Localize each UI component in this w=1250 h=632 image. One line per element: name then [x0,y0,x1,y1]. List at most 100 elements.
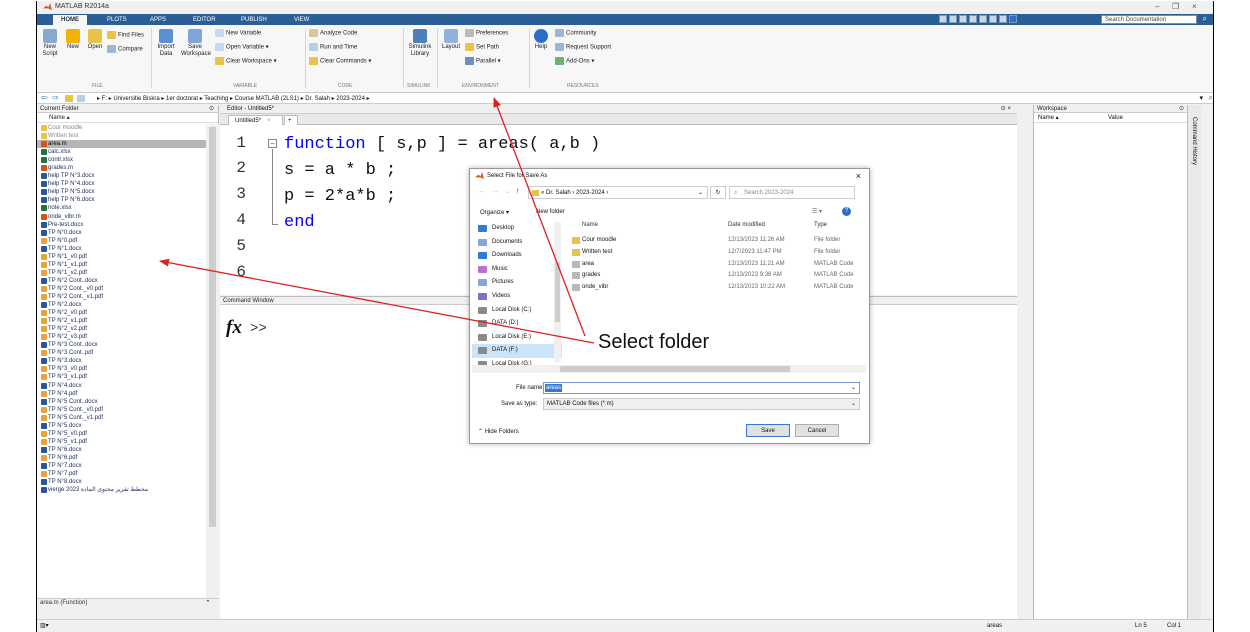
new-button[interactable]: New [64,29,82,51]
save-as-type-dropdown-icon[interactable]: ⌄ [851,400,856,407]
dialog-nav-item[interactable]: Videos [472,290,562,304]
import-data-button[interactable]: Import Data [155,29,177,58]
new-folder-button[interactable]: New folder [536,209,565,215]
dialog-help-icon[interactable]: ? [842,207,851,216]
file-list-item[interactable]: Pre-test.docx [37,221,206,229]
code-fold-icon[interactable]: − [268,139,277,148]
command-prompt[interactable]: >> [250,321,267,337]
code-line[interactable]: end [284,213,315,232]
undo-icon[interactable] [979,15,987,23]
cancel-button[interactable]: Cancel [795,424,839,437]
file-list-item[interactable]: TP N°2_v3.pdf [37,333,206,341]
open-variable-button[interactable]: Open Variable ▾ [215,43,269,53]
breadcrumb-dropdown-icon[interactable]: ⌄ [698,187,703,199]
cut-icon[interactable] [949,15,957,23]
file-list-item[interactable]: TP N°5_v1.pdf [37,438,206,446]
file-list-item[interactable]: Written test [37,132,206,140]
tab-editor[interactable]: EDITOR [185,15,224,25]
file-list-item[interactable]: TP N°6.pdf [37,454,206,462]
panel-menu-icon[interactable]: ⊙ [209,105,218,113]
file-list-item[interactable]: TP N°6.docx [37,446,206,454]
file-list-item[interactable]: TP N°7.pdf [37,470,206,478]
navigation-pane-scrollbar[interactable] [554,222,561,362]
clear-workspace-button[interactable]: Clear Workspace ▾ [215,57,277,67]
paste-icon[interactable] [969,15,977,23]
command-history-collapsed[interactable]: Command History [1187,105,1201,619]
dialog-file-row[interactable]: grades 12/13/2023 9:38 AM MATLAB Code [566,270,861,282]
file-list-item[interactable]: Cour moodle [37,124,206,132]
file-list-item[interactable]: TP N°8.docx [37,478,206,486]
file-list-item[interactable]: TP N°3 Cont..pdf [37,349,206,357]
workspace-name-column[interactable]: Name ▴ [1038,113,1059,123]
current-folder-name-column[interactable]: Name ▴ [37,113,218,123]
workspace-value-column[interactable]: Value [1108,113,1123,123]
parallel-button[interactable]: Parallel ▾ [465,57,501,67]
find-files-button[interactable]: Find Files [107,31,144,41]
file-list-item[interactable]: TP N°4.docx [37,382,206,390]
current-folder-path[interactable]: ▸ F: ▸ Universitie Biskra ▸ 1er doctorat… [97,95,370,102]
file-list-item[interactable]: help TP N°5.docx [37,188,206,196]
file-list-item[interactable]: area.m [37,140,206,149]
tab-view[interactable]: VIEW [286,15,317,25]
file-list-item[interactable]: help TP N°3.docx [37,172,206,180]
set-path-button[interactable]: Set Path [465,43,499,53]
tab-publish[interactable]: PUBLISH [233,15,275,25]
browse-folder-icon[interactable] [77,95,85,102]
clear-commands-button[interactable]: Clear Commands ▾ [309,57,371,67]
view-options-icon[interactable]: ☰ ▾ [812,208,822,215]
current-folder-scrollbar[interactable] [206,124,219,598]
file-list-item[interactable]: TP N°7.docx [37,462,206,470]
switch-windows-icon[interactable] [999,15,1007,23]
dialog-nav-item[interactable]: Documents [472,236,562,250]
file-list-item[interactable]: TP N°2_v2.pdf [37,325,206,333]
folder-search-icon[interactable]: ⌕ [1209,93,1213,103]
dialog-file-row[interactable]: Written test 12/7/2023 11:47 PM File folde… [566,247,861,259]
dialog-refresh-icon[interactable]: ↻ [710,186,726,199]
file-list-item[interactable]: TP N°2 Cont._v0.pdf [37,285,206,293]
search-documentation-input[interactable]: Search Documentation [1101,15,1197,24]
file-list-item[interactable]: TP N°5.docx [37,422,206,430]
file-list-item[interactable]: TP N°4.pdf [37,390,206,398]
dialog-back-icon[interactable]: ← [478,188,485,195]
save-button[interactable]: Save [746,424,790,437]
close-window-button[interactable]: × [1192,2,1197,11]
minimize-button[interactable]: – [1155,2,1159,11]
tab-close-icon[interactable]: × [267,118,271,124]
preferences-button[interactable]: Preferences [465,29,508,39]
file-list-item[interactable]: TP N°5 Cont._v1.pdf [37,414,206,422]
request-support-button[interactable]: Request Support [555,43,611,53]
dialog-search-input[interactable]: ⌕ Search 2023-2024 [729,186,855,199]
file-list-item[interactable]: TP N°5 Cont..docx [37,398,206,406]
save-icon[interactable] [939,15,947,23]
file-list-item[interactable]: TP N°5_v0.pdf [37,430,206,438]
maximize-button[interactable]: ❐ [1172,2,1179,11]
dialog-nav-item[interactable]: Desktop [472,222,562,236]
code-line[interactable]: p = 2*a*b ; [284,187,396,206]
dialog-nav-item[interactable]: DATA (D:) [472,317,562,331]
file-list-item[interactable]: TP N°1_v2.pdf [37,269,206,277]
dialog-horizontal-scrollbar[interactable] [472,365,866,373]
dialog-file-row[interactable]: onde_vibr 12/13/2023 10:22 AM MATLAB Code [566,282,861,294]
community-button[interactable]: Community [555,29,596,39]
code-line[interactable]: s = a * b ; [284,161,396,180]
file-list-item[interactable]: help TP N°4.docx [37,180,206,188]
redo-icon[interactable] [989,15,997,23]
dialog-close-icon[interactable]: × [856,169,861,183]
file-list-item[interactable]: TP N°3_v0.pdf [37,365,206,373]
file-list-item[interactable]: contr.xlsx [37,156,206,164]
new-variable-button[interactable]: New Variable [215,29,261,39]
workspace-menu-icon[interactable]: ⊙ [1179,105,1187,113]
dialog-nav-item[interactable]: DATA (F:) [472,344,562,358]
save-as-type-select[interactable]: MATLAB Code files (*.m) ⌄ [543,398,860,410]
up-folder-icon[interactable] [65,95,73,102]
file-list-item[interactable]: TP N°2 Cont._v1.pdf [37,293,206,301]
details-collapse-icon[interactable]: ⌃ [205,599,211,607]
help-button[interactable]: Help [533,29,549,51]
analyze-code-button[interactable]: Analyze Code [309,29,357,39]
file-list-item[interactable]: TP N°0.pdf [37,237,206,245]
dialog-up-icon[interactable]: ↑ [516,188,520,195]
file-list-item[interactable]: TP N°2_v0.pdf [37,309,206,317]
layout-button[interactable]: Layout [441,29,461,51]
open-button[interactable]: Open [86,29,104,51]
copy-icon[interactable] [959,15,967,23]
